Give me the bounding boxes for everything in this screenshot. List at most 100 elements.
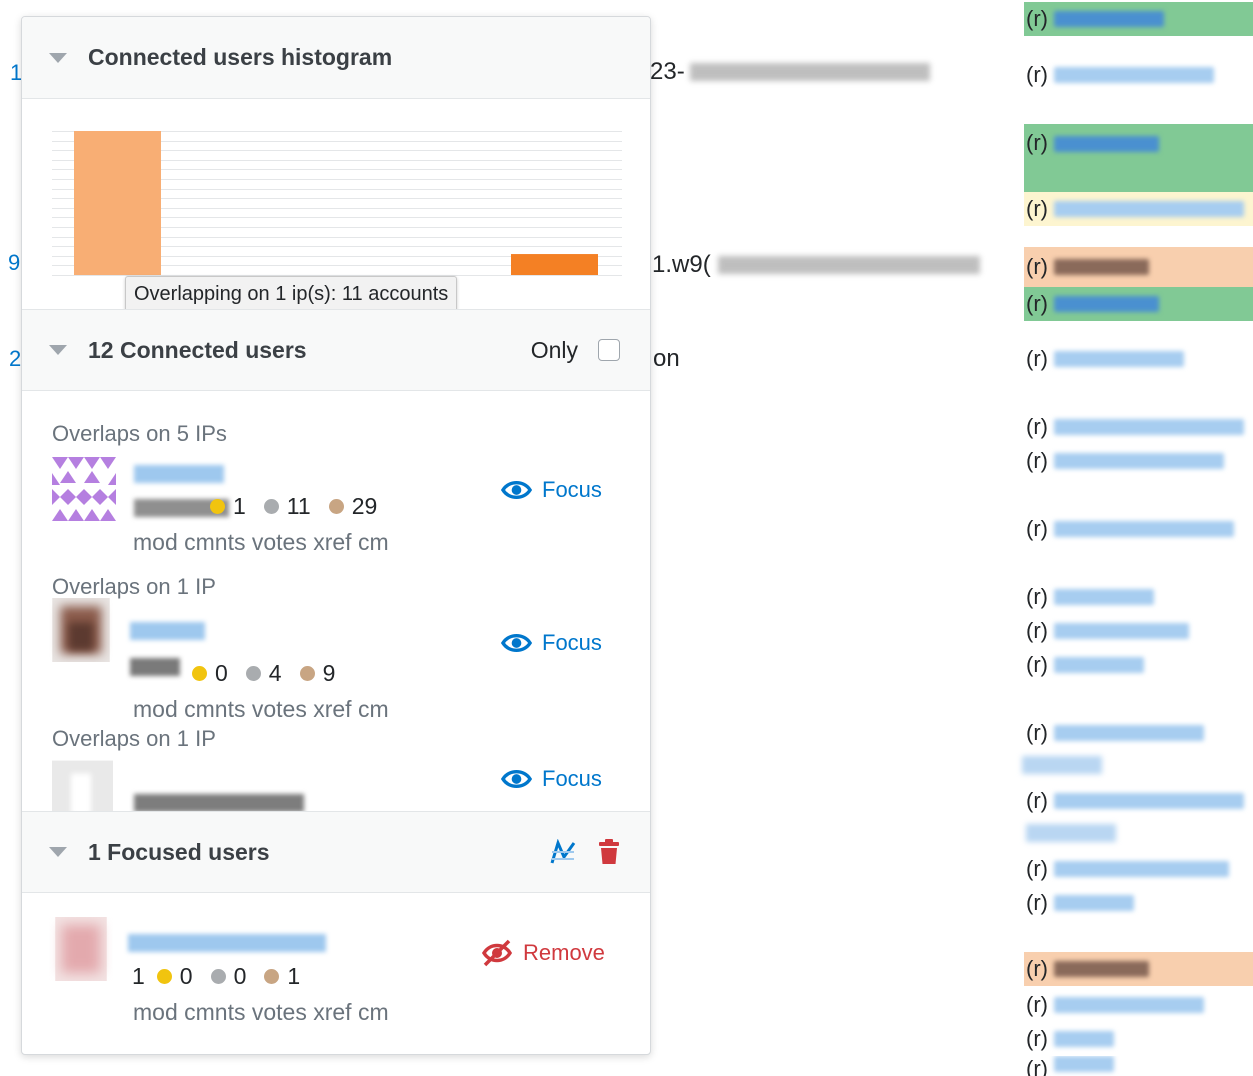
silver-badge-icon	[210, 969, 226, 984]
mod-links[interactable]: mod cmnts votes xref cm	[133, 696, 389, 723]
row-prefix: (r)	[1026, 720, 1048, 745]
rcol-row: (r)	[1024, 1022, 1253, 1056]
bronze-count: 29	[351, 493, 378, 519]
row-prefix: (r)	[1026, 254, 1048, 279]
bronze-badge-icon	[264, 969, 280, 984]
rcol-row: (r)	[1024, 1056, 1253, 1076]
bg-link-2[interactable]: 9	[8, 250, 20, 276]
user-id	[134, 794, 304, 812]
silver-badge-icon	[263, 499, 279, 514]
histogram-title: Connected users histogram	[88, 44, 393, 70]
user-avatar[interactable]	[52, 756, 113, 812]
reputation: 1	[132, 963, 145, 989]
focus-label: Focus	[542, 630, 602, 655]
silver-count: 4	[268, 660, 282, 686]
row-prefix: (r)	[1026, 652, 1048, 677]
row-prefix: (r)	[1026, 1026, 1048, 1051]
row-prefix: (r)	[1026, 856, 1048, 881]
remove-label: Remove	[523, 940, 605, 965]
gold-count: 1	[233, 493, 246, 519]
row-prefix: (r)	[1026, 1056, 1048, 1076]
collapse-caret-icon[interactable]	[49, 847, 67, 857]
focus-label: Focus	[542, 766, 602, 791]
rcol-row: (r)	[1024, 512, 1253, 546]
histogram-bar[interactable]	[74, 131, 161, 275]
gold-count: 0	[215, 660, 228, 686]
username-link[interactable]	[130, 622, 205, 640]
connected-user-item: Overlaps on 5 IPs 1 11 29 mod cmnts vote…	[52, 421, 632, 571]
focus-button[interactable]: Focus	[501, 766, 602, 792]
rcol-row: (r)	[1024, 2, 1253, 36]
silver-count: 11	[286, 493, 311, 519]
silver-badge-icon	[245, 666, 261, 681]
rcol-row: (r)	[1024, 58, 1253, 92]
histogram-header[interactable]: Connected users histogram	[22, 17, 650, 99]
row-prefix: (r)	[1026, 291, 1048, 316]
rcol-row: (r)	[1024, 716, 1253, 750]
rcol-row: (r)	[1024, 648, 1253, 682]
chart-line-icon[interactable]	[550, 839, 576, 865]
focused-users-header[interactable]: 1 Focused users	[22, 811, 650, 893]
rcol-row: (r)	[1024, 886, 1253, 920]
overlap-label: Overlaps on 1 IP	[52, 574, 216, 599]
collapse-caret-icon[interactable]	[49, 52, 67, 63]
trash-icon[interactable]	[598, 839, 620, 865]
row-prefix: (r)	[1026, 788, 1048, 813]
focus-label: Focus	[542, 477, 602, 502]
gold-badge-icon	[192, 666, 207, 681]
collapse-caret-icon[interactable]	[49, 345, 67, 355]
focus-button[interactable]: Focus	[501, 477, 602, 503]
eye-icon	[501, 481, 532, 499]
histogram-bar[interactable]	[511, 254, 598, 275]
row-prefix: (r)	[1026, 584, 1048, 609]
row-prefix: (r)	[1026, 618, 1048, 643]
silver-count: 0	[233, 963, 247, 989]
rcol-row: (r)	[1024, 192, 1253, 226]
rcol-row: (r)	[1024, 784, 1253, 818]
gold-badge-icon	[210, 499, 225, 514]
identicon-avatar[interactable]	[52, 457, 116, 521]
row-prefix: (r)	[1026, 956, 1048, 981]
focused-user-item: 1 0 0 1 mod cmnts votes xref cm Remove	[52, 917, 632, 1047]
only-filter[interactable]: Only	[531, 337, 620, 364]
gold-count: 0	[179, 963, 193, 989]
eye-icon	[501, 634, 532, 652]
mod-links[interactable]: mod cmnts votes xref cm	[133, 999, 389, 1026]
bronze-count: 9	[322, 660, 336, 686]
row-prefix: (r)	[1026, 196, 1048, 221]
row-prefix: (r)	[1026, 130, 1048, 155]
overlap-label: Overlaps on 5 IPs	[52, 421, 227, 446]
mod-links[interactable]: mod cmnts votes xref cm	[133, 529, 389, 556]
connected-users-title: 12 Connected users	[88, 336, 307, 363]
overlap-popup: Connected users histogram Overlapping on…	[21, 16, 651, 1055]
badge-counts: 1 11 29	[210, 493, 377, 520]
user-avatar[interactable]	[49, 598, 113, 662]
only-label: Only	[530, 336, 578, 363]
rcol-row: (r)	[1024, 342, 1253, 376]
rcol-row: (r)	[1024, 287, 1253, 321]
connected-users-header[interactable]: 12 Connected users Only	[22, 309, 650, 391]
rcol-row: (r)	[1024, 580, 1253, 614]
focused-users-title: 1 Focused users	[88, 838, 270, 865]
rcol-row: (r)	[1024, 444, 1253, 478]
bronze-badge-icon	[328, 499, 344, 514]
histogram-tooltip: Overlapping on 1 ip(s): 11 accounts	[125, 276, 458, 312]
badge-counts: 0 4 9	[192, 660, 335, 687]
row-prefix: (r)	[1026, 414, 1048, 439]
rcol-row: (r)	[1024, 124, 1253, 192]
remove-button[interactable]: Remove	[481, 939, 605, 967]
row-prefix: (r)	[1026, 516, 1048, 541]
row-prefix: (r)	[1026, 890, 1048, 915]
username-link[interactable]	[128, 934, 326, 952]
rcol-row: (r)	[1024, 988, 1253, 1022]
focus-button[interactable]: Focus	[501, 630, 602, 656]
row-prefix: (r)	[1026, 6, 1048, 31]
bg-blurred-text	[718, 256, 980, 274]
only-checkbox[interactable]	[598, 339, 620, 361]
bg-blurred-text	[1022, 756, 1102, 774]
connected-user-item: Overlaps on 1 IP Focus	[52, 726, 632, 812]
bg-link-3[interactable]: 2	[9, 346, 21, 372]
username-link[interactable]	[134, 465, 224, 483]
eye-slash-icon	[481, 939, 513, 967]
user-avatar[interactable]	[49, 917, 113, 981]
